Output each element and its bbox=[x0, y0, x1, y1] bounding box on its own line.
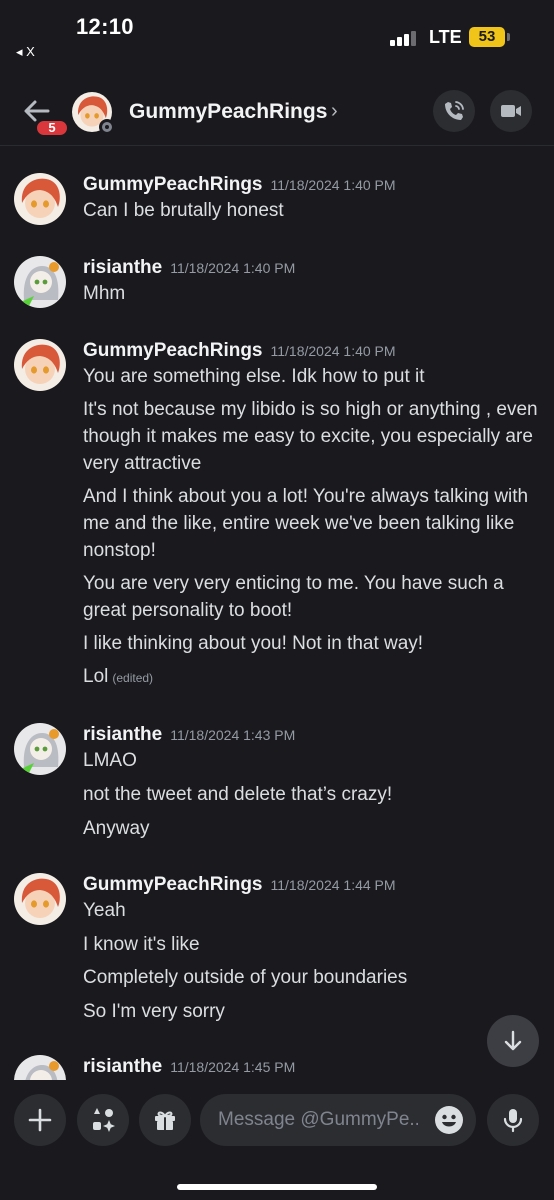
plus-icon bbox=[28, 1108, 52, 1132]
message-text: not the tweet and delete that’s crazy! bbox=[83, 784, 393, 805]
unread-badge: 5 bbox=[34, 118, 70, 138]
edited-label: (edited) bbox=[112, 671, 154, 685]
message-text: Can I be brutally honest bbox=[83, 200, 284, 221]
chevron-right-icon[interactable]: › bbox=[331, 100, 338, 123]
offline-status-icon bbox=[99, 119, 115, 135]
message-text: I know it's like bbox=[83, 934, 200, 955]
avatar[interactable] bbox=[14, 873, 66, 925]
message-text: Anyway bbox=[83, 818, 150, 839]
microphone-icon bbox=[503, 1109, 523, 1133]
avatar[interactable] bbox=[14, 339, 66, 391]
message-author[interactable]: GummyPeachRings 11/18/2024 1:40 PM bbox=[83, 340, 396, 362]
message-timestamp: 11/18/2024 1:45 PM bbox=[170, 1059, 296, 1075]
gift-icon bbox=[155, 1111, 175, 1130]
apps-button[interactable] bbox=[77, 1094, 129, 1146]
message-author[interactable]: GummyPeachRings 11/18/2024 1:44 PM bbox=[83, 874, 396, 896]
message-text: It's not because my libido is so high or… bbox=[83, 399, 538, 474]
message-list[interactable]: GummyPeachRings 11/18/2024 1:40 PM Can I … bbox=[0, 147, 554, 1080]
back-to-app-link[interactable]: ◂ X bbox=[16, 44, 35, 60]
message-input-container bbox=[200, 1094, 476, 1146]
voice-call-button[interactable] bbox=[433, 90, 475, 132]
status-time: 12:10 bbox=[76, 14, 134, 39]
message-timestamp: 11/18/2024 1:40 PM bbox=[270, 343, 396, 359]
message-author[interactable]: GummyPeachRings 11/18/2024 1:40 PM bbox=[83, 174, 396, 196]
message-text: Yeah bbox=[83, 900, 126, 921]
dm-username[interactable]: GummyPeachRings bbox=[129, 100, 327, 124]
message-text: Mhm bbox=[83, 283, 126, 304]
message-composer bbox=[0, 1080, 554, 1200]
avatar[interactable] bbox=[14, 1055, 66, 1080]
message-author[interactable]: risianthe 11/18/2024 1:40 PM bbox=[83, 257, 295, 279]
message-text: LMAO bbox=[83, 750, 137, 771]
dm-header: 5 GummyPeachRings › bbox=[0, 80, 554, 146]
jump-to-latest-button[interactable] bbox=[487, 1015, 539, 1067]
message-text: Completely outside of your boundaries bbox=[83, 967, 408, 988]
message-timestamp: 11/18/2024 1:40 PM bbox=[270, 177, 396, 193]
voice-message-button[interactable] bbox=[487, 1094, 539, 1146]
video-camera-icon bbox=[501, 105, 521, 117]
message-text: You are something else. Idk how to put i… bbox=[83, 366, 425, 387]
emoji-icon[interactable] bbox=[434, 1105, 464, 1135]
phone-icon bbox=[445, 101, 464, 120]
battery-icon bbox=[507, 33, 510, 41]
avatar[interactable] bbox=[14, 723, 66, 775]
message-timestamp: 11/18/2024 1:43 PM bbox=[170, 727, 296, 743]
status-bar: 12:10 ◂ X LTE 53 bbox=[0, 0, 554, 70]
battery-level: 53 bbox=[469, 27, 505, 47]
message-author[interactable]: risianthe 11/18/2024 1:43 PM bbox=[83, 724, 295, 746]
gift-button[interactable] bbox=[139, 1094, 191, 1146]
add-attachment-button[interactable] bbox=[14, 1094, 66, 1146]
video-call-button[interactable] bbox=[490, 90, 532, 132]
avatar[interactable] bbox=[14, 173, 66, 225]
message-author[interactable]: risianthe 11/18/2024 1:45 PM bbox=[83, 1056, 295, 1078]
message-text: And I think about you a lot! You're alwa… bbox=[83, 486, 529, 561]
signal-icon bbox=[390, 30, 420, 46]
apps-icon bbox=[93, 1108, 115, 1132]
network-type: LTE bbox=[429, 27, 462, 47]
message-text: You are very very enticing to me. You ha… bbox=[83, 573, 504, 621]
home-indicator[interactable] bbox=[177, 1184, 377, 1190]
message-text: So I'm very sorry bbox=[83, 1001, 225, 1022]
message-text: Lol (edited) bbox=[83, 666, 154, 687]
arrow-down-icon bbox=[504, 1030, 522, 1051]
message-input[interactable] bbox=[218, 1094, 418, 1146]
message-text: I like thinking about you! Not in that w… bbox=[83, 633, 424, 654]
message-timestamp: 11/18/2024 1:40 PM bbox=[170, 260, 296, 276]
avatar[interactable] bbox=[14, 256, 66, 308]
message-timestamp: 11/18/2024 1:44 PM bbox=[270, 877, 396, 893]
